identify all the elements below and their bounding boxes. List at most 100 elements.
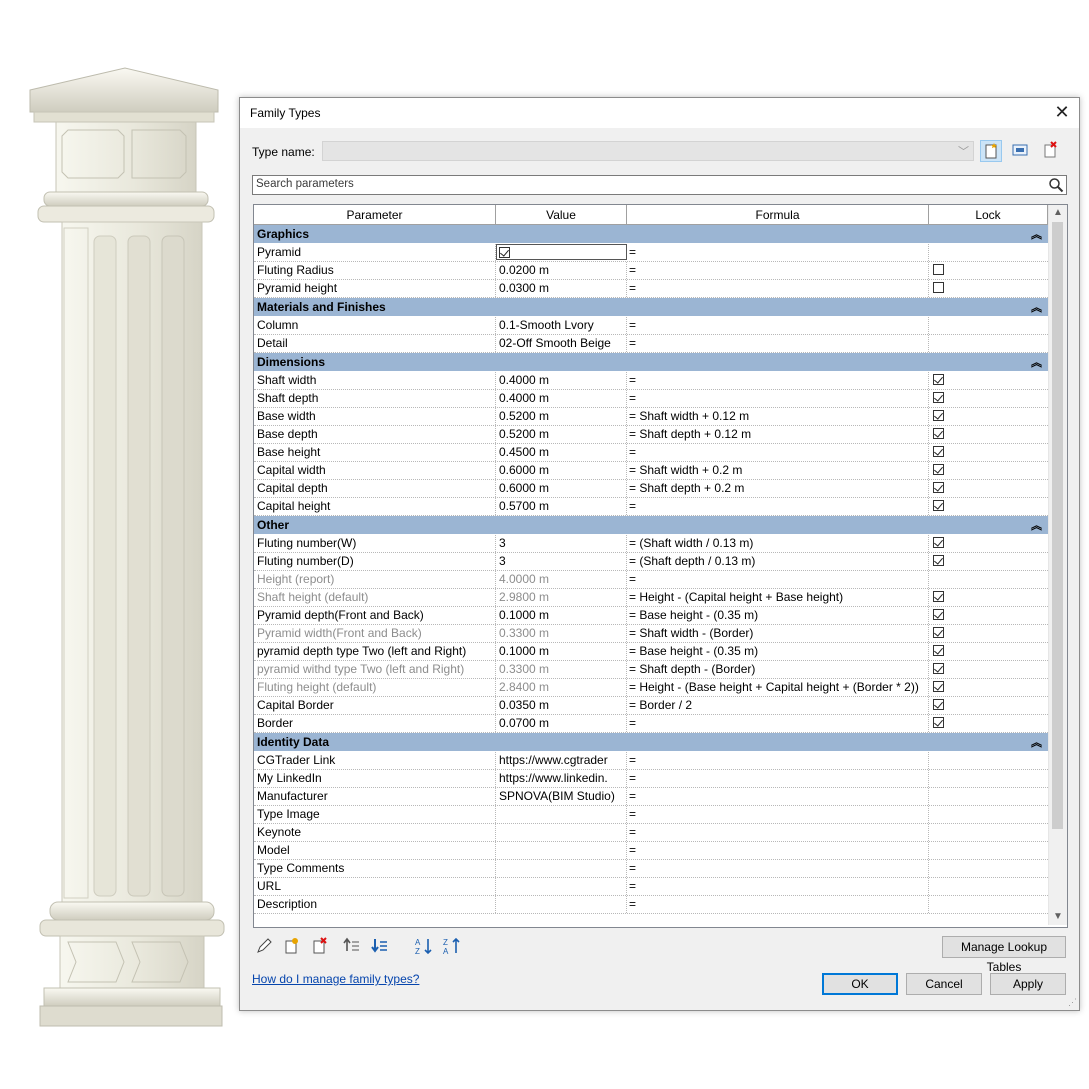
parameter-value[interactable]: 0.0700 m: [496, 715, 627, 732]
parameter-value[interactable]: 0.3300 m: [496, 625, 627, 642]
parameter-row[interactable]: Capital depth 0.6000 m = Shaft depth + 0.2…: [254, 480, 1048, 498]
parameter-formula[interactable]: =: [627, 390, 929, 407]
group-header[interactable]: Materials and Finishes ︽: [254, 298, 1048, 317]
lock-checkbox[interactable]: [933, 663, 944, 674]
lock-cell[interactable]: [929, 535, 1048, 552]
lock-checkbox[interactable]: [933, 591, 944, 602]
parameter-row[interactable]: Type Comments =: [254, 860, 1048, 878]
parameter-formula[interactable]: =: [627, 335, 929, 352]
parameter-formula[interactable]: =: [627, 571, 929, 588]
vertical-scrollbar[interactable]: ▲ ▼: [1048, 205, 1067, 925]
parameter-value[interactable]: 0.6000 m: [496, 480, 627, 497]
lock-checkbox[interactable]: [933, 282, 944, 293]
parameter-value[interactable]: 0.4000 m: [496, 390, 627, 407]
group-header[interactable]: Other ︽: [254, 516, 1048, 535]
parameter-value[interactable]: 0.6000 m: [496, 462, 627, 479]
parameter-row[interactable]: Base height 0.4500 m =: [254, 444, 1048, 462]
parameter-value[interactable]: https://www.linkedin.: [496, 770, 627, 787]
parameter-row[interactable]: Keynote =: [254, 824, 1048, 842]
lock-checkbox[interactable]: [933, 428, 944, 439]
lock-checkbox[interactable]: [933, 374, 944, 385]
parameter-formula[interactable]: = (Shaft width / 0.13 m): [627, 535, 929, 552]
parameter-formula[interactable]: = Height - (Base height + Capital height…: [627, 679, 929, 696]
lock-checkbox[interactable]: [933, 555, 944, 566]
lock-cell[interactable]: [929, 426, 1048, 443]
lock-cell[interactable]: [929, 715, 1048, 732]
parameter-formula[interactable]: = Shaft width - (Border): [627, 625, 929, 642]
lock-checkbox[interactable]: [933, 537, 944, 548]
parameter-formula[interactable]: =: [627, 806, 929, 823]
parameter-value[interactable]: https://www.cgtrader: [496, 752, 627, 769]
parameter-row[interactable]: Base depth 0.5200 m = Shaft depth + 0.12 m: [254, 426, 1048, 444]
ok-button[interactable]: OK: [822, 973, 898, 995]
collapse-icon[interactable]: ︽: [1031, 299, 1042, 315]
parameter-formula[interactable]: =: [627, 824, 929, 841]
parameter-value[interactable]: 0.4500 m: [496, 444, 627, 461]
lock-checkbox[interactable]: [933, 446, 944, 457]
search-parameters-input[interactable]: Search parameters: [252, 175, 1067, 195]
header-value[interactable]: Value: [496, 205, 627, 225]
group-header[interactable]: Identity Data ︽: [254, 733, 1048, 752]
collapse-icon[interactable]: ︽: [1031, 517, 1042, 533]
parameter-formula[interactable]: = Shaft depth + 0.2 m: [627, 480, 929, 497]
lock-cell[interactable]: [929, 280, 1048, 297]
parameter-row[interactable]: pyramid depth type Two (left and Right) 0…: [254, 643, 1048, 661]
scroll-down-icon[interactable]: ▼: [1049, 909, 1067, 925]
apply-button[interactable]: Apply: [990, 973, 1066, 995]
parameter-value[interactable]: 0.1000 m: [496, 643, 627, 660]
parameter-value[interactable]: 2.9800 m: [496, 589, 627, 606]
parameter-value[interactable]: 3: [496, 553, 627, 570]
parameter-formula[interactable]: =: [627, 262, 929, 279]
parameter-row[interactable]: Pyramid =: [254, 244, 1048, 262]
lock-cell[interactable]: [929, 408, 1048, 425]
parameter-row[interactable]: Shaft depth 0.4000 m =: [254, 390, 1048, 408]
parameter-value[interactable]: [496, 878, 627, 895]
parameter-row[interactable]: Detail 02-Off Smooth Beige =: [254, 335, 1048, 353]
parameter-row[interactable]: My LinkedIn https://www.linkedin. =: [254, 770, 1048, 788]
delete-type-icon[interactable]: [1040, 140, 1062, 162]
lock-cell[interactable]: [929, 661, 1048, 678]
lock-cell[interactable]: [929, 462, 1048, 479]
lock-checkbox[interactable]: [933, 464, 944, 475]
value-checkbox-cell[interactable]: [496, 244, 627, 260]
parameter-row[interactable]: Height (report) 4.0000 m =: [254, 571, 1048, 589]
lock-checkbox[interactable]: [933, 264, 944, 275]
lock-cell[interactable]: [929, 679, 1048, 696]
parameter-formula[interactable]: =: [627, 860, 929, 877]
sort-ascending-icon[interactable]: AZ: [414, 936, 436, 958]
parameter-value[interactable]: 0.5700 m: [496, 498, 627, 515]
parameter-row[interactable]: Shaft width 0.4000 m =: [254, 372, 1048, 390]
collapse-icon[interactable]: ︽: [1031, 354, 1042, 370]
lock-checkbox[interactable]: [933, 717, 944, 728]
lock-cell[interactable]: [929, 480, 1048, 497]
parameter-value[interactable]: 0.3300 m: [496, 661, 627, 678]
parameter-row[interactable]: Fluting height (default) 2.8400 m = Height…: [254, 679, 1048, 697]
new-parameter-icon[interactable]: [282, 936, 304, 958]
sort-descending-icon[interactable]: ZA: [442, 936, 464, 958]
lock-cell[interactable]: [929, 444, 1048, 461]
lock-checkbox[interactable]: [933, 410, 944, 421]
new-type-icon[interactable]: [980, 140, 1002, 162]
lock-checkbox[interactable]: [933, 500, 944, 511]
lock-cell[interactable]: [929, 262, 1048, 279]
parameter-row[interactable]: pyramid withd type Two (left and Right) 0…: [254, 661, 1048, 679]
collapse-icon[interactable]: ︽: [1031, 226, 1042, 242]
parameter-value[interactable]: [496, 896, 627, 913]
parameter-row[interactable]: Base width 0.5200 m = Shaft width + 0.12 m: [254, 408, 1048, 426]
parameter-formula[interactable]: = Shaft width + 0.2 m: [627, 462, 929, 479]
parameter-row[interactable]: Capital Border 0.0350 m = Border / 2: [254, 697, 1048, 715]
parameter-row[interactable]: Manufacturer SPNOVA(BIM Studio) =: [254, 788, 1048, 806]
parameter-row[interactable]: URL =: [254, 878, 1048, 896]
lock-checkbox[interactable]: [933, 609, 944, 620]
parameter-formula[interactable]: =: [627, 317, 929, 334]
cancel-button[interactable]: Cancel: [906, 973, 982, 995]
parameter-formula[interactable]: = Shaft width + 0.12 m: [627, 408, 929, 425]
edit-parameter-icon[interactable]: [254, 936, 276, 958]
parameter-row[interactable]: CGTrader Link https://www.cgtrader =: [254, 752, 1048, 770]
header-parameter[interactable]: Parameter: [254, 205, 496, 225]
parameter-formula[interactable]: =: [627, 280, 929, 297]
lock-cell[interactable]: [929, 607, 1048, 624]
lock-checkbox[interactable]: [933, 681, 944, 692]
lock-cell[interactable]: [929, 589, 1048, 606]
lock-cell[interactable]: [929, 625, 1048, 642]
